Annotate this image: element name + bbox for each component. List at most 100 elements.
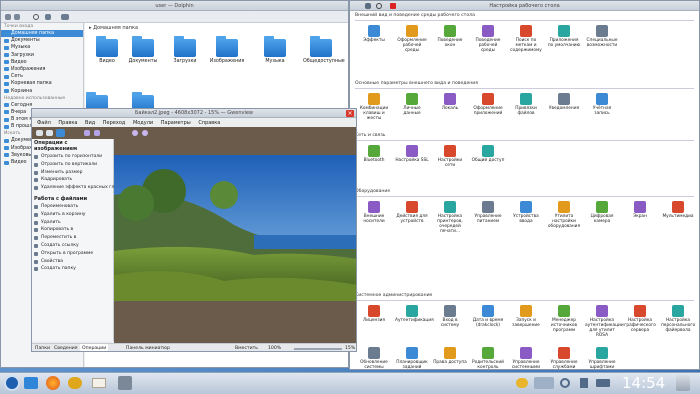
settings-module[interactable]: Поведение окон <box>433 25 467 48</box>
settings-module[interactable]: Аутентификация <box>395 305 434 323</box>
place-trash[interactable]: Корзина <box>1 88 83 95</box>
rotate-left-icon[interactable] <box>132 130 138 136</box>
file-delete[interactable]: Удалить <box>32 219 113 227</box>
tray-battery-icon[interactable] <box>596 379 610 387</box>
settings-module[interactable]: Приложения по умолчанию <box>547 25 581 48</box>
settings-module[interactable]: Локаль <box>433 93 467 111</box>
tray-workspace-icon[interactable] <box>534 377 554 389</box>
menu-settings[interactable]: Параметры <box>161 120 191 126</box>
split-icon[interactable] <box>61 14 69 20</box>
image-canvas[interactable] <box>114 139 356 343</box>
fullscreen-icon[interactable] <box>56 129 65 137</box>
settings-module[interactable]: Внешние носители <box>357 201 391 224</box>
settings-module[interactable]: Экран <box>623 201 657 219</box>
file-open-with[interactable]: Открыть в программе <box>32 250 113 258</box>
settings-module[interactable]: Личные данные <box>395 93 429 116</box>
rosa-menu-icon[interactable] <box>4 375 20 391</box>
settings-module[interactable]: Поиск по меткам и содержимому <box>509 25 543 53</box>
place-downloads[interactable]: Загрузки <box>1 52 83 59</box>
settings-module[interactable]: Управление службами <box>547 347 581 369</box>
op-crop[interactable]: Кадрировать <box>32 176 113 184</box>
search-icon[interactable] <box>33 14 39 20</box>
settings-module[interactable]: Настройка SSL <box>395 145 429 163</box>
trash-icon[interactable] <box>676 375 690 391</box>
settings-module[interactable]: Обновление системы <box>357 347 391 369</box>
settings-module[interactable]: Утилита настройки оборудования <box>547 201 581 229</box>
file-new-folder[interactable]: Создать папку <box>32 265 113 273</box>
settings-module[interactable]: Менеджер источников программ <box>547 305 581 333</box>
zoom-100-button[interactable]: 100% <box>268 344 281 351</box>
settings-module[interactable]: Настройка аутентификации для утилит ROSA <box>585 305 624 338</box>
place-images[interactable]: Изображения <box>1 66 83 73</box>
zoom-slider[interactable] <box>294 348 342 350</box>
settings-module[interactable]: Планировщик заданий <box>395 347 429 369</box>
chat-icon[interactable] <box>68 377 82 389</box>
rotate-right-icon[interactable] <box>142 130 148 136</box>
settings-module[interactable]: Управление шрифтами <box>585 347 619 369</box>
settings-module[interactable]: Настройка графического сервера <box>623 305 657 333</box>
settings-module[interactable]: Действия для устройств <box>395 201 429 224</box>
settings-module[interactable]: Общий доступ <box>471 145 505 163</box>
file-move-to[interactable]: Переместить в <box>32 234 113 242</box>
file-link[interactable]: Создать ссылку <box>32 242 113 250</box>
back-icon[interactable] <box>5 14 11 20</box>
file-trash[interactable]: Удалить в корзину <box>32 211 113 219</box>
settings-module[interactable]: Комбинации клавиш и жесты <box>357 93 391 121</box>
menu-view[interactable]: Вид <box>85 120 95 126</box>
settings-module[interactable]: Оформление рабочей среды <box>395 25 429 53</box>
op-resize[interactable]: Изменить размер <box>32 169 113 177</box>
op-flip-horizontal[interactable]: Отразить по горизонтали <box>32 153 113 161</box>
forward-icon[interactable] <box>14 14 20 20</box>
mail-icon[interactable] <box>92 378 106 388</box>
firefox-icon[interactable] <box>46 376 60 390</box>
settings-module[interactable]: Настройка персонального файервола <box>661 305 695 333</box>
folder-documents[interactable]: Документы <box>125 36 161 64</box>
settings-module[interactable]: Привязки файлов <box>509 93 543 116</box>
settings-module[interactable]: Вход в систему <box>433 305 467 328</box>
settings-module[interactable]: Поведение рабочей среды <box>471 25 505 53</box>
file-rename[interactable]: Переименовать <box>32 203 113 211</box>
file-properties[interactable]: Свойства <box>32 258 113 266</box>
settings-module[interactable]: Управление питанием <box>471 201 505 224</box>
settings-module[interactable]: Оформление приложений <box>471 93 505 116</box>
tab-operations[interactable]: Операции <box>80 344 109 351</box>
settings-module[interactable]: Родительский контроль <box>471 347 505 369</box>
place-network[interactable]: Сеть <box>1 73 83 80</box>
settings-module[interactable]: Запуск и завершение <box>509 305 543 328</box>
tray-volume-icon[interactable] <box>580 378 588 388</box>
settings-module[interactable]: Специальные возможности <box>585 25 619 48</box>
place-music[interactable]: Музыка <box>1 44 83 51</box>
tab-folders[interactable]: Папки <box>35 344 50 351</box>
next-icon[interactable] <box>94 130 100 136</box>
op-red-eye[interactable]: Удаление эффекта красных глаз <box>32 184 120 192</box>
settings-task-icon[interactable] <box>118 376 132 390</box>
settings-module[interactable]: Уведомления <box>547 93 581 111</box>
folder-images[interactable]: Изображения <box>209 36 245 64</box>
menu-plugins[interactable]: Модули <box>133 120 153 126</box>
settings-titlebar[interactable]: Настройка рабочего стола <box>350 1 699 11</box>
menu-help[interactable]: Справка <box>198 120 220 126</box>
place-root[interactable]: Корневая папка <box>1 80 83 87</box>
settings-module[interactable]: Эффекты <box>357 25 391 43</box>
settings-module[interactable]: Устройства ввода <box>509 201 543 224</box>
thumbnail-bar-toggle[interactable]: Панель миниатюр <box>126 344 170 351</box>
menu-edit[interactable]: Правка <box>58 120 77 126</box>
menu-file[interactable]: Файл <box>37 120 51 126</box>
folder-public[interactable]: Общедоступные <box>303 36 345 64</box>
file-copy-to[interactable]: Копировать в <box>32 226 113 234</box>
folder-video[interactable]: Видео <box>89 36 125 64</box>
folder-downloads[interactable]: Загрузки <box>167 36 203 64</box>
settings-module[interactable]: Мультимедиа <box>661 201 695 219</box>
place-documents[interactable]: Документы <box>1 37 83 44</box>
folder-music[interactable]: Музыка <box>257 36 293 64</box>
settings-module[interactable]: Настройка принтеров, очередей печати... <box>433 201 467 234</box>
breadcrumb[interactable]: ▸ Домашняя папка <box>89 25 138 31</box>
fit-button[interactable]: Вместить <box>235 344 258 351</box>
settings-module[interactable]: Права доступа <box>433 347 467 365</box>
settings-module[interactable]: Дата и время (drakclock) <box>471 305 505 328</box>
view-icon[interactable] <box>46 130 53 136</box>
clock[interactable]: 14:54 <box>622 374 665 392</box>
tray-chat-icon[interactable] <box>516 378 528 388</box>
settings-module[interactable]: Цифровая камера <box>585 201 619 224</box>
settings-module[interactable]: Лицензия <box>357 305 391 323</box>
